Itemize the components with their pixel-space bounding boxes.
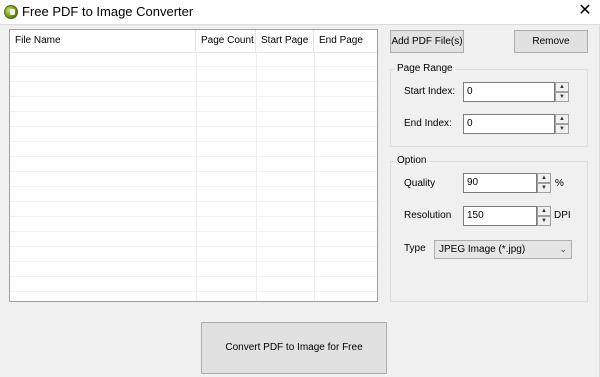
spin-down-icon[interactable]: ▼ [537, 183, 551, 193]
empty-row [10, 112, 377, 127]
convert-button[interactable]: Convert PDF to Image for Free [201, 322, 387, 374]
close-icon[interactable]: ✕ [570, 0, 600, 24]
resolution-field[interactable]: 150 [463, 206, 537, 226]
empty-row [10, 142, 377, 157]
empty-row [10, 277, 377, 292]
end-index-spinner[interactable]: ▲ ▼ [555, 114, 569, 134]
column-end-page[interactable]: End Page [314, 30, 377, 52]
column-file-name[interactable]: File Name [10, 30, 196, 52]
empty-row [10, 52, 377, 67]
empty-row [10, 217, 377, 232]
type-select[interactable]: JPEG Image (*.jpg) ⌄ [434, 240, 572, 259]
empty-row [10, 187, 377, 202]
title-bar: Free PDF to Image Converter ✕ [0, 0, 600, 24]
page-range-title: Page Range [395, 63, 455, 75]
start-index-label: Start Index: [404, 86, 456, 97]
empty-row [10, 82, 377, 97]
empty-row [10, 172, 377, 187]
type-select-value: JPEG Image (*.jpg) [439, 244, 526, 255]
empty-row [10, 67, 377, 82]
spin-up-icon[interactable]: ▲ [537, 173, 551, 183]
empty-row [10, 127, 377, 142]
quality-label: Quality [404, 178, 436, 189]
spin-up-icon[interactable]: ▲ [555, 82, 569, 92]
page-range-group: Page Range [390, 63, 588, 147]
option-title: Option [395, 155, 429, 167]
empty-row [10, 97, 377, 112]
remove-button[interactable]: Remove [514, 30, 588, 53]
spin-up-icon[interactable]: ▲ [555, 114, 569, 124]
start-index-field[interactable]: 0 [463, 82, 555, 102]
app-icon [4, 5, 18, 19]
empty-row [10, 202, 377, 217]
quality-unit: % [555, 178, 564, 189]
spin-down-icon[interactable]: ▼ [537, 216, 551, 226]
resolution-label: Resolution [404, 210, 452, 221]
column-start-page[interactable]: Start Page [256, 30, 314, 52]
title-divider [0, 24, 600, 25]
resolution-spinner[interactable]: ▲ ▼ [537, 206, 551, 226]
end-index-field[interactable]: 0 [463, 114, 555, 134]
chevron-down-icon[interactable]: ⌄ [559, 241, 567, 258]
spin-up-icon[interactable]: ▲ [537, 206, 551, 216]
file-list-header: File Name Page Count Start Page End Page [10, 30, 377, 53]
spin-down-icon[interactable]: ▼ [555, 92, 569, 102]
file-list-body [10, 52, 377, 301]
column-page-count[interactable]: Page Count [196, 30, 256, 52]
resolution-unit: DPI [554, 210, 571, 221]
add-pdf-files-button[interactable]: Add PDF File(s) [390, 30, 464, 53]
end-index-label: End Index: [404, 118, 452, 129]
spin-down-icon[interactable]: ▼ [555, 124, 569, 134]
quality-field[interactable]: 90 [463, 173, 537, 193]
type-label: Type [404, 243, 426, 254]
start-index-spinner[interactable]: ▲ ▼ [555, 82, 569, 102]
empty-row [10, 232, 377, 247]
empty-row [10, 262, 377, 277]
empty-row [10, 157, 377, 172]
window-title: Free PDF to Image Converter [22, 4, 194, 19]
empty-row [10, 247, 377, 262]
file-list[interactable]: File Name Page Count Start Page End Page [9, 29, 378, 302]
quality-spinner[interactable]: ▲ ▼ [537, 173, 551, 193]
